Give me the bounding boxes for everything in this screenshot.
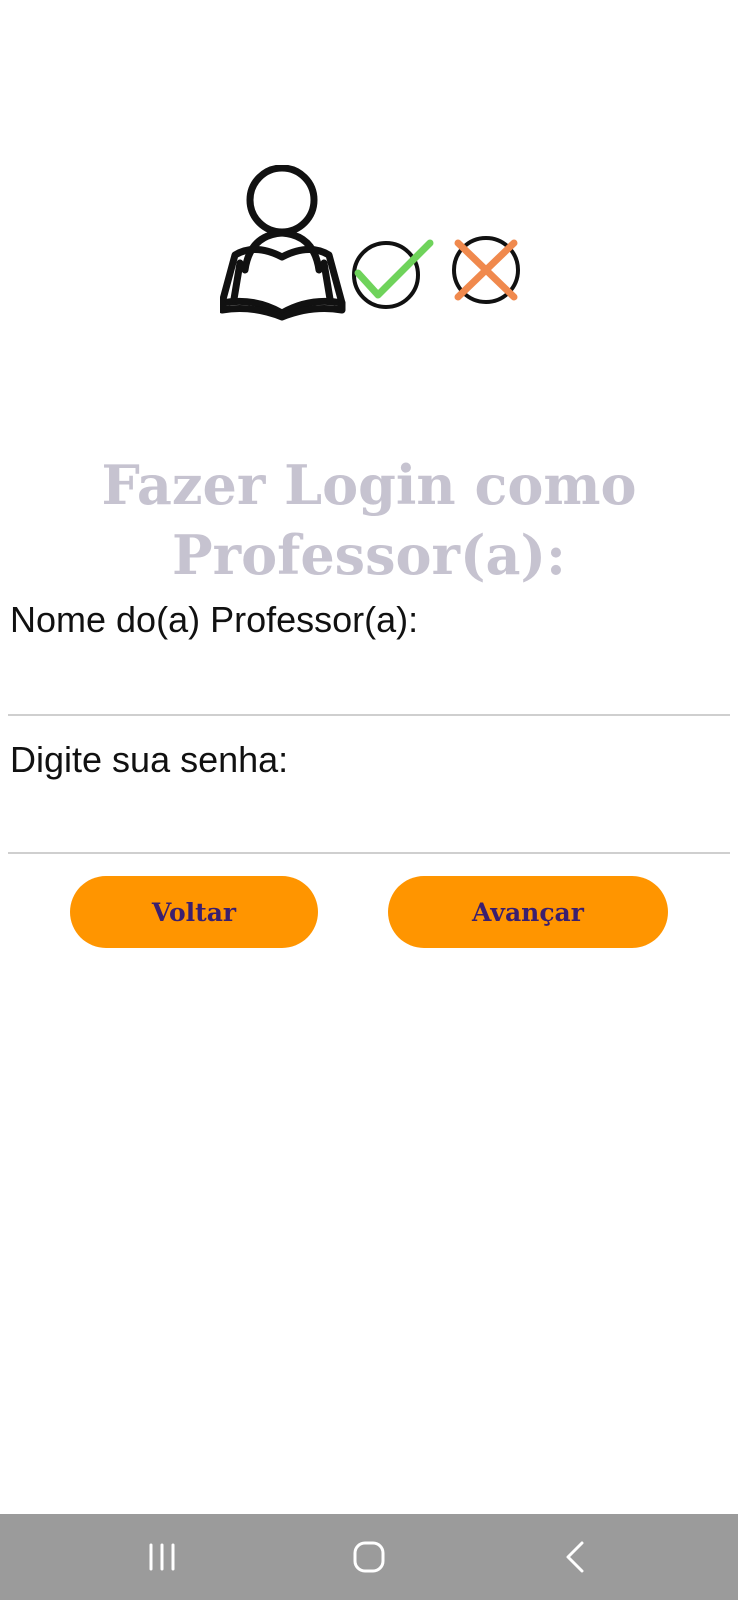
system-navigation-bar	[0, 1514, 738, 1600]
page-title-line2: Professor(a):	[172, 523, 566, 587]
home-button[interactable]	[329, 1528, 409, 1586]
login-screen: Fazer Login como Professor(a): Nome do(a…	[0, 0, 738, 1600]
name-input[interactable]	[8, 668, 730, 716]
login-illustration	[220, 165, 520, 321]
recent-apps-icon	[149, 1543, 175, 1571]
password-field-label: Digite sua senha:	[10, 739, 289, 780]
page-title: Fazer Login como Professor(a):	[0, 450, 738, 590]
recent-apps-button[interactable]	[122, 1528, 202, 1586]
home-icon	[353, 1541, 385, 1573]
nav-back-button[interactable]	[536, 1528, 616, 1586]
name-field-label: Nome do(a) Professor(a):	[10, 599, 419, 640]
back-icon	[566, 1541, 584, 1573]
back-button[interactable]: Voltar	[70, 876, 318, 948]
page-title-line1: Fazer Login como	[101, 453, 637, 517]
cross-circle-icon	[452, 236, 520, 304]
next-button[interactable]: Avançar	[388, 876, 668, 948]
password-input[interactable]	[8, 806, 730, 854]
check-circle-icon	[352, 239, 434, 309]
teacher-reading-icon	[220, 165, 346, 321]
